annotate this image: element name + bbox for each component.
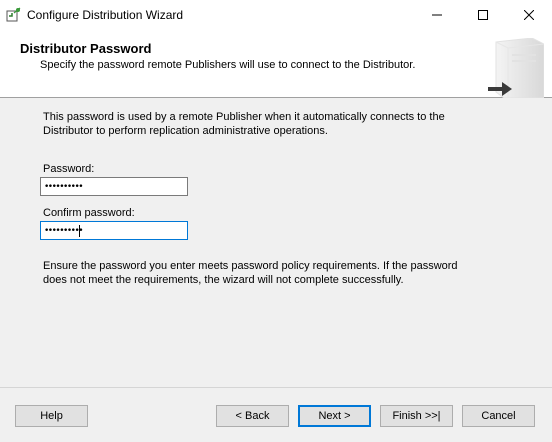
- close-button[interactable]: [506, 0, 552, 30]
- intro-text: This password is used by a remote Publis…: [43, 111, 445, 137]
- title-bar: Configure Distribution Wizard: [0, 0, 552, 30]
- minimize-button[interactable]: [414, 0, 460, 30]
- policy-note: Ensure the password you enter meets pass…: [43, 260, 458, 286]
- help-button[interactable]: Help: [15, 405, 88, 427]
- wizard-header: Distributor Password Specify the passwor…: [0, 30, 552, 99]
- password-value: ••••••••••: [44, 182, 84, 192]
- wizard-app-icon: [6, 7, 22, 23]
- confirm-password-value: ••••••••••: [44, 226, 84, 236]
- minimize-icon: [432, 10, 442, 20]
- finish-button[interactable]: Finish >>|: [380, 405, 453, 427]
- confirm-password-field[interactable]: ••••••••••: [40, 221, 188, 240]
- page-title: Distributor Password: [20, 41, 152, 56]
- back-button[interactable]: < Back: [216, 405, 289, 427]
- maximize-button[interactable]: [460, 0, 506, 30]
- next-button[interactable]: Next >: [298, 405, 371, 427]
- maximize-icon: [478, 10, 488, 20]
- close-icon: [524, 10, 534, 20]
- text-caret: [79, 225, 80, 237]
- window-title: Configure Distribution Wizard: [27, 8, 184, 22]
- confirm-password-label: Confirm password:: [43, 207, 135, 219]
- cancel-button[interactable]: Cancel: [462, 405, 535, 427]
- password-label: Password:: [43, 163, 95, 175]
- server-arrow-icon: [482, 37, 545, 99]
- password-field[interactable]: ••••••••••: [40, 177, 188, 196]
- footer-divider: [0, 387, 552, 388]
- page-subtitle: Specify the password remote Publishers w…: [40, 59, 416, 71]
